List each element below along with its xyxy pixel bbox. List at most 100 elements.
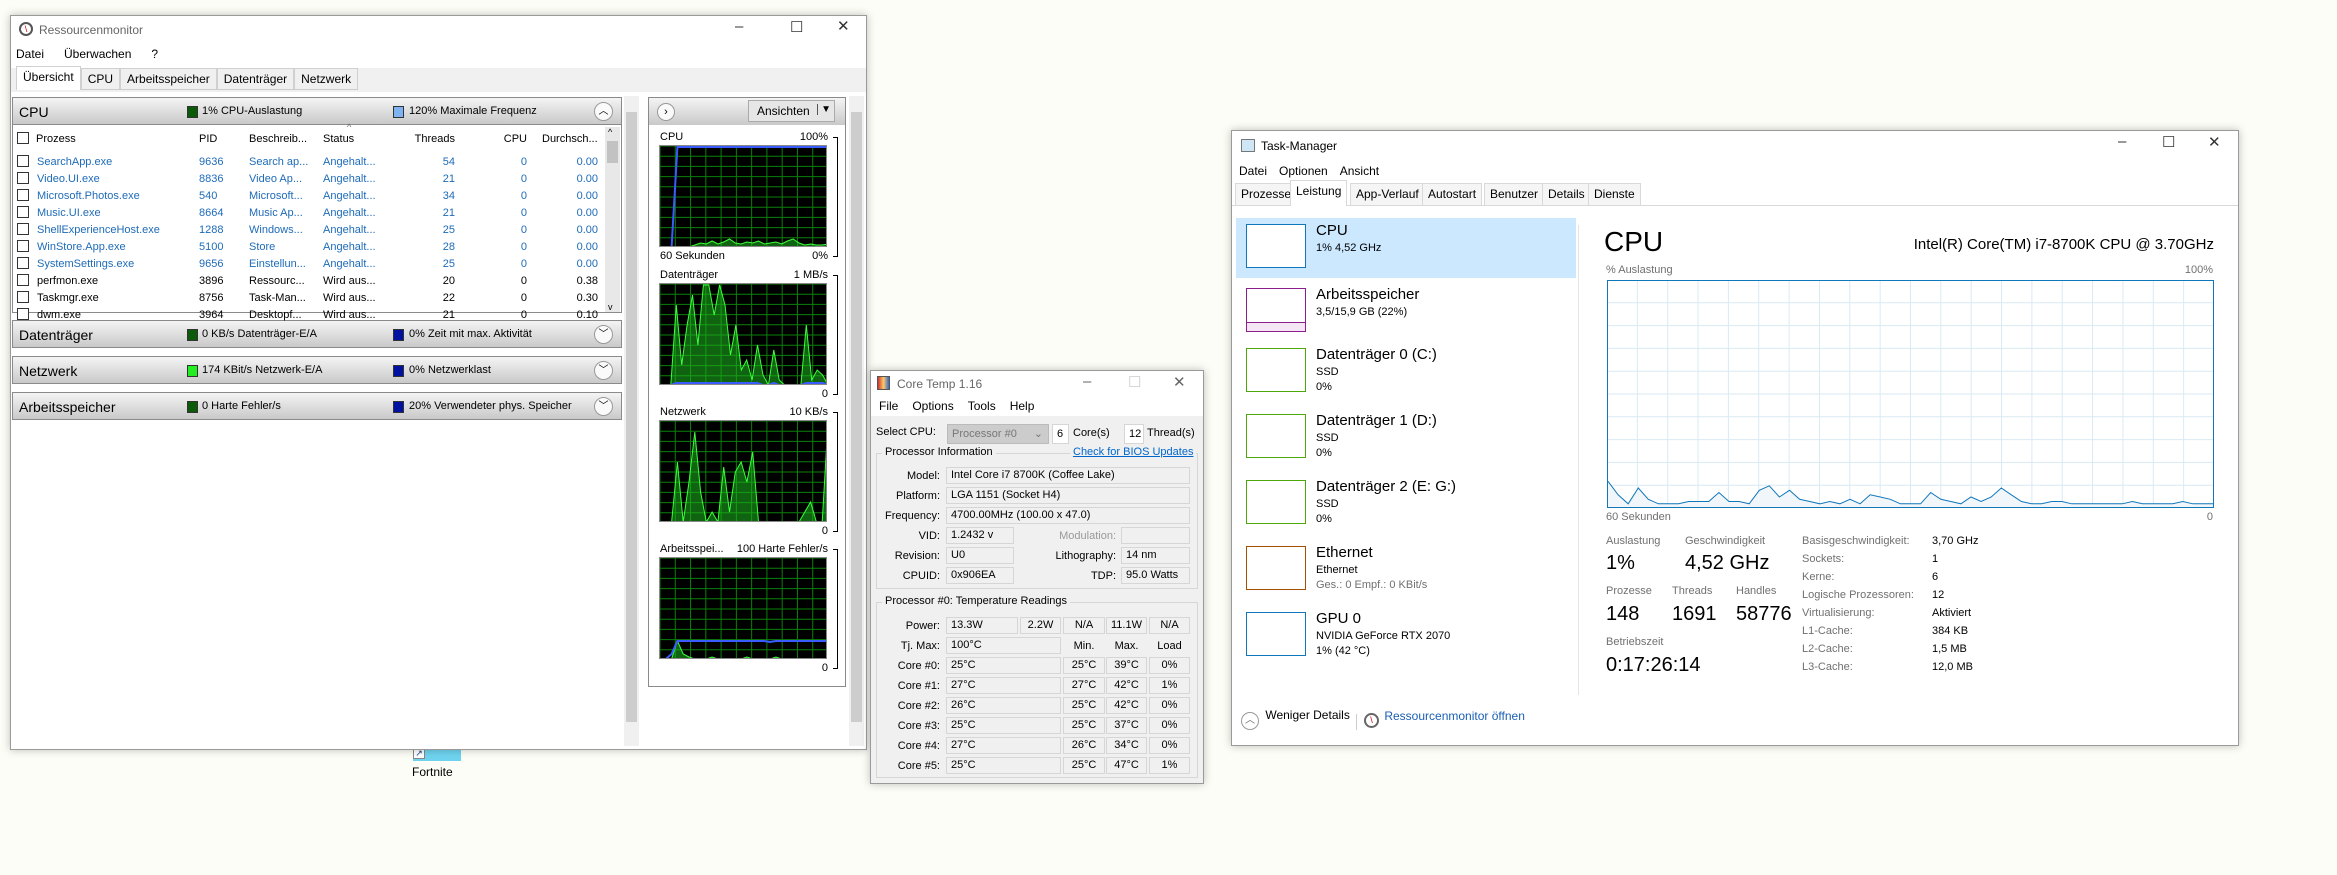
- core-label: Core #3:: [897, 720, 940, 732]
- tab-details[interactable]: Details: [1542, 183, 1591, 205]
- menu-datei[interactable]: Datei: [1239, 164, 1267, 178]
- menu-datei[interactable]: Datei: [16, 47, 44, 61]
- select-all-checkbox[interactable]: [17, 132, 29, 144]
- cell-description: Microsoft...: [249, 190, 303, 202]
- window-title: Task-Manager: [1261, 139, 1338, 153]
- expand-chevron-icon[interactable]: ﹀: [594, 325, 613, 344]
- fewer-details-label: Weniger Details: [1265, 708, 1350, 722]
- menu-tools[interactable]: Tools: [968, 399, 996, 413]
- row-checkbox[interactable]: [17, 274, 29, 286]
- row-checkbox[interactable]: [17, 223, 29, 235]
- mini-graph: [1246, 414, 1306, 458]
- col-beschreibung[interactable]: Beschreib...: [249, 133, 307, 145]
- tab-netzwerk[interactable]: Netzwerk: [294, 68, 359, 89]
- process-list-scrollbar[interactable]: ^ v: [605, 127, 620, 312]
- core-label: Core #5:: [897, 760, 940, 772]
- table-row[interactable]: Taskmgr.exe 8756 Task-Man... Wird aus... 22 0…: [13, 290, 603, 307]
- detail-value: 384 KB: [1932, 625, 1969, 637]
- sidebar-item-datentraeger-0[interactable]: Datenträger 0 (C:) SSD 0%: [1236, 342, 1576, 402]
- cell-cpu: 0: [520, 292, 527, 304]
- table-row[interactable]: Music.UI.exe 8664 Music Ap... Angehalt... 21…: [13, 205, 603, 222]
- tab-app-verlauf[interactable]: App-Verlauf: [1350, 183, 1425, 205]
- section-header-datentraeger[interactable]: Datenträger 0 KB/s Datenträger-E/A 0% Zeit…: [12, 320, 622, 348]
- section-header-netzwerk[interactable]: Netzwerk 174 KBit/s Netzwerk-E/A 0% Netzwe…: [12, 356, 622, 384]
- table-row[interactable]: perfmon.exe 3896 Ressourc... Wird aus... 20 0…: [13, 273, 603, 290]
- table-row[interactable]: SystemSettings.exe 9656 Einstellun... Angeh…: [13, 256, 603, 273]
- col-prozess[interactable]: Prozess: [36, 133, 76, 145]
- section-header-arbeitsspeicher[interactable]: Arbeitsspeicher 0 Harte Fehler/s 20% Verwe…: [12, 392, 622, 420]
- expand-chevron-icon[interactable]: ﹀: [594, 397, 613, 416]
- minimize-button[interactable]: –: [2118, 133, 2126, 150]
- table-row[interactable]: SearchApp.exe 9636 Search ap... Angehalt...…: [13, 154, 603, 171]
- power-dram: N/A: [1149, 617, 1190, 634]
- table-row[interactable]: Video.UI.exe 8836 Video Ap... Angehalt... 21…: [13, 171, 603, 188]
- col-threads[interactable]: Threads: [400, 133, 455, 145]
- col-pid[interactable]: PID: [199, 133, 217, 145]
- expand-arrow-icon[interactable]: ›: [657, 103, 675, 121]
- sidebar-item-datentraeger-2[interactable]: Datenträger 2 (E: G:) SSD 0%: [1236, 474, 1576, 534]
- sidebar-item-datentraeger-1[interactable]: Datenträger 1 (D:) SSD 0%: [1236, 408, 1576, 468]
- expand-chevron-icon[interactable]: ﹀: [594, 361, 613, 380]
- tab-uebersicht[interactable]: Übersicht: [16, 66, 81, 90]
- menu-optionen[interactable]: Optionen: [1279, 164, 1328, 178]
- col-cpu[interactable]: CPU: [490, 133, 527, 145]
- menu-help[interactable]: Help: [1010, 399, 1035, 413]
- sidebar-item-ethernet[interactable]: Ethernet Ethernet Ges.: 0 Empf.: 0 KBit/s: [1236, 540, 1576, 600]
- cell-process-name: Music.UI.exe: [37, 207, 101, 219]
- maximize-button[interactable]: ☐: [790, 18, 803, 36]
- collapse-chevron-icon[interactable]: ︿: [594, 102, 613, 121]
- row-checkbox[interactable]: [17, 172, 29, 184]
- tab-prozesse[interactable]: Prozesse: [1235, 183, 1298, 205]
- row-checkbox[interactable]: [17, 308, 29, 320]
- overview-scrollbar[interactable]: [624, 96, 639, 746]
- menu-help[interactable]: ?: [151, 47, 158, 61]
- sidebar-item-gpu-0[interactable]: GPU 0 NVIDIA GeForce RTX 2070 1% (42 °C): [1236, 606, 1576, 666]
- menu-options[interactable]: Options: [912, 399, 953, 413]
- close-button[interactable]: ✕: [837, 17, 850, 35]
- row-checkbox[interactable]: [17, 257, 29, 269]
- minimize-button[interactable]: –: [1083, 373, 1091, 390]
- geschwindigkeit-value: 4,52 GHz: [1685, 552, 1770, 574]
- core-temp: 25°C: [946, 657, 1061, 674]
- minimize-button[interactable]: –: [735, 18, 743, 35]
- row-checkbox[interactable]: [17, 189, 29, 201]
- cell-threads: 22: [442, 292, 455, 304]
- sidebar-item-arbeitsspeicher[interactable]: Arbeitsspeicher 3,5/15,9 GB (22%): [1236, 282, 1576, 342]
- bios-update-link[interactable]: Check for BIOS Updates: [1070, 446, 1197, 458]
- col-durchschnitt[interactable]: Durchsch...: [542, 133, 598, 145]
- row-checkbox[interactable]: [17, 155, 29, 167]
- graph-label: CPU: [660, 131, 684, 143]
- tab-benutzer[interactable]: Benutzer: [1484, 183, 1545, 205]
- table-row[interactable]: WinStore.App.exe 5100 Store Angehalt... 28 0 0…: [13, 239, 603, 256]
- tab-leistung[interactable]: Leistung: [1290, 180, 1348, 206]
- menu-file[interactable]: File: [879, 399, 898, 413]
- tab-cpu[interactable]: CPU: [80, 68, 121, 89]
- tab-arbeitsspeicher[interactable]: Arbeitsspeicher: [120, 68, 217, 89]
- row-checkbox[interactable]: [17, 291, 29, 303]
- graph-panel-scrollbar[interactable]: [849, 96, 864, 746]
- tab-autostart[interactable]: Autostart: [1422, 183, 1483, 205]
- sidebar-item-cpu[interactable]: CPU 1% 4,52 GHz: [1236, 218, 1576, 278]
- close-button[interactable]: ✕: [1173, 373, 1186, 391]
- cpu-section-header[interactable]: CPU 1% CPU-Auslastung 120% Maximale Freq…: [12, 97, 622, 125]
- table-row[interactable]: Microsoft.Photos.exe 540 Microsoft... Angeh…: [13, 188, 603, 205]
- resmon-link[interactable]: \ Ressourcenmonitor öffnen: [1364, 709, 1525, 728]
- fewer-details-button[interactable]: ︿ Weniger Details: [1241, 708, 1350, 732]
- row-checkbox[interactable]: [17, 206, 29, 218]
- tab-datentraeger[interactable]: Datenträger: [216, 68, 295, 89]
- menu-ansicht[interactable]: Ansicht: [1340, 164, 1379, 178]
- scale-bracket: [833, 412, 838, 532]
- maximize-button[interactable]: ☐: [2162, 133, 2175, 151]
- row-checkbox[interactable]: [17, 240, 29, 252]
- menu-ueberwachen[interactable]: Überwachen: [64, 47, 131, 61]
- cell-threads: 34: [442, 190, 455, 202]
- table-row[interactable]: dwm.exe 3964 Desktopf... Wird aus... 21 0 0.10: [13, 307, 603, 324]
- close-button[interactable]: ✕: [2208, 133, 2221, 151]
- processor-select[interactable]: Processor #0 ⌄: [947, 424, 1049, 444]
- table-row[interactable]: ShellExperienceHost.exe 1288 Windows... Ang…: [13, 222, 603, 239]
- tab-dienste[interactable]: Dienste: [1588, 183, 1641, 205]
- cell-status: Wird aus...: [323, 309, 376, 321]
- col-status[interactable]: Status: [323, 133, 354, 145]
- views-button[interactable]: Ansichten ▼: [748, 100, 835, 122]
- cell-avg-cpu: 0.00: [576, 190, 598, 202]
